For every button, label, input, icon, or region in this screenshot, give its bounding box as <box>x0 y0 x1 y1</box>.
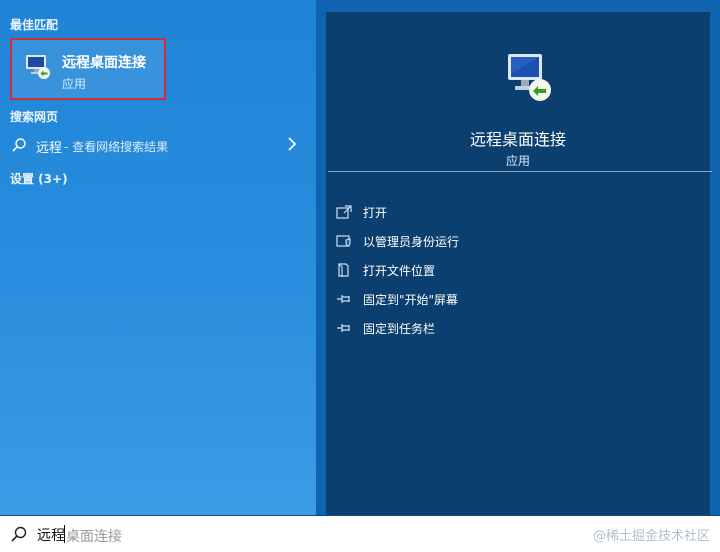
remote-desktop-icon <box>26 55 50 79</box>
best-match-subtitle: 应用 <box>62 77 87 91</box>
open-icon <box>336 205 352 219</box>
preview-pane: 远程桌面连接 应用 打开 以管理员身份运行 打开文件位置 固定到"开始"屏幕 固… <box>316 0 720 515</box>
web-search-heading: 搜索网页 <box>10 110 59 124</box>
search-input-text[interactable]: 远程 <box>37 525 65 545</box>
action-pin-taskbar[interactable]: 固定到任务栏 <box>336 316 676 340</box>
action-run-as-admin-label: 以管理员身份运行 <box>363 235 460 249</box>
search-autocomplete-suggestion: 桌面连接 <box>66 529 122 545</box>
web-search-hint: - 查看网络搜索结果 <box>64 140 169 154</box>
best-match-heading: 最佳匹配 <box>10 18 59 32</box>
pin-icon <box>337 324 350 332</box>
web-search-item[interactable]: 远程 - 查看网络搜索结果 <box>0 132 316 160</box>
action-open-file-location[interactable]: 打开文件位置 <box>336 258 676 282</box>
search-icon <box>11 526 27 542</box>
best-match-result[interactable]: 远程桌面连接 应用 <box>10 38 166 100</box>
search-icon <box>12 138 26 152</box>
action-pin-start-label: 固定到"开始"屏幕 <box>363 293 459 307</box>
search-results-pane: 最佳匹配 远程桌面连接 应用 搜索网页 远程 - 查看网络搜索结果 设置 (3+… <box>0 0 316 515</box>
remote-desktop-icon <box>508 54 551 101</box>
settings-heading[interactable]: 设置 (3+) <box>10 170 68 187</box>
best-match-title: 远程桌面连接 <box>62 55 146 71</box>
app-title: 远程桌面连接 <box>469 130 566 149</box>
pin-icon <box>337 295 350 303</box>
chevron-right-icon[interactable] <box>287 137 297 151</box>
shield-icon <box>336 235 351 247</box>
divider <box>328 171 712 172</box>
text-caret <box>64 525 65 543</box>
action-open[interactable]: 打开 <box>336 200 676 224</box>
action-open-file-location-label: 打开文件位置 <box>363 264 436 278</box>
file-location-icon <box>338 263 349 277</box>
action-open-label: 打开 <box>363 206 388 220</box>
action-pin-taskbar-label: 固定到任务栏 <box>363 322 436 336</box>
action-pin-start[interactable]: 固定到"开始"屏幕 <box>336 287 676 311</box>
web-search-query: 远程 <box>36 141 63 156</box>
taskbar-search-box[interactable]: 远程 桌面连接 @稀土掘金技术社区 <box>0 515 720 552</box>
app-subtitle: 应用 <box>505 154 530 168</box>
watermark: @稀土掘金技术社区 <box>592 529 710 544</box>
action-run-as-admin[interactable]: 以管理员身份运行 <box>336 229 676 253</box>
